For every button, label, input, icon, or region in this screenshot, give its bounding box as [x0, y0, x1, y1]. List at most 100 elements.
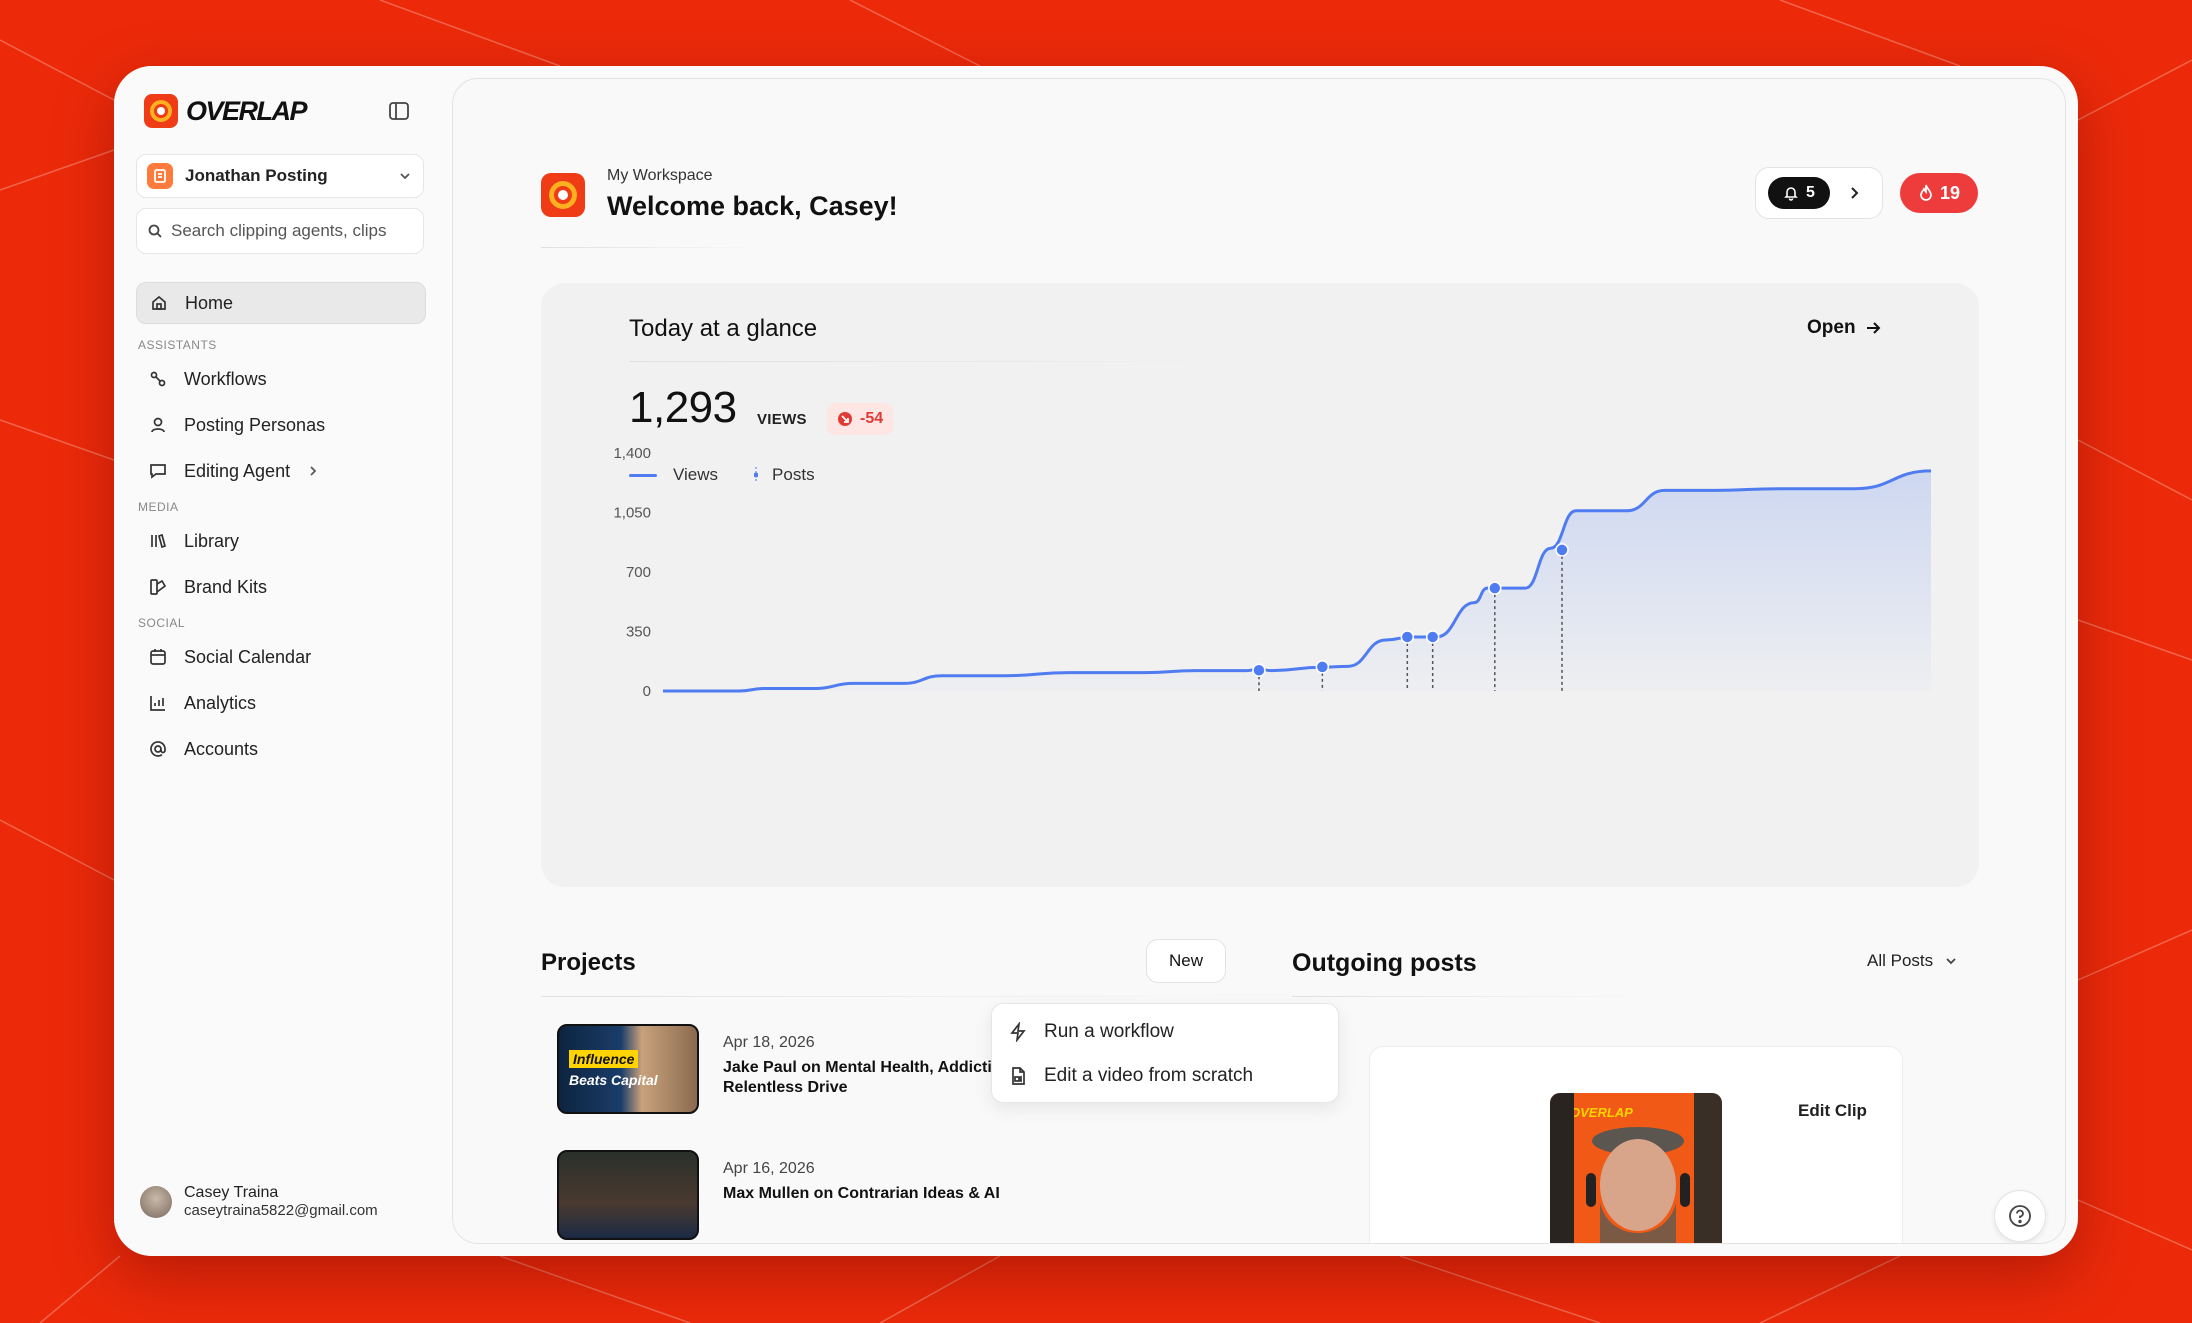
post-point[interactable] — [1315, 660, 1330, 674]
sidebar-item-label: Analytics — [184, 692, 257, 713]
sidebar-toggle-icon[interactable] — [386, 98, 412, 124]
logo-text: OVERLAP — [186, 95, 308, 126]
project-date: Apr 16, 2026 — [723, 1160, 815, 1177]
sidebar-item-analytics[interactable]: Analytics — [136, 680, 426, 726]
projects-title: Projects — [541, 949, 636, 976]
views-chart: 0 350 700 1,050 1,400 — [613, 445, 1932, 700]
search-field[interactable] — [136, 208, 424, 254]
search-icon — [148, 224, 162, 238]
menu-item-edit-from-scratch[interactable]: Edit a video from scratch — [992, 1054, 1338, 1098]
section-label-social: SOCIAL — [138, 616, 186, 630]
bell-icon — [1784, 187, 1798, 201]
new-project-menu: Run a workflow Edit a video from scratch — [991, 1003, 1339, 1103]
palette-icon — [150, 579, 167, 595]
user-name: Casey Traina — [184, 1184, 279, 1201]
post-point[interactable] — [1400, 630, 1415, 644]
project-item[interactable]: Influence Beats Capital Apr 18, 2026 Jak… — [557, 1024, 1063, 1114]
chevron-down-icon — [400, 173, 410, 180]
sidebar-item-posting-personas[interactable]: Posting Personas — [136, 402, 426, 448]
y-tick-label: 350 — [626, 624, 651, 641]
workflow-icon — [150, 371, 166, 387]
post-point[interactable] — [1252, 663, 1266, 678]
views-area — [663, 470, 1931, 691]
project-item[interactable]: Apr 16, 2026 Max Mullen on Contrarian Id… — [557, 1150, 1063, 1240]
sidebar-item-label: Social Calendar — [184, 646, 312, 667]
outgoing-post-card[interactable]: OVERLAP Edit Clip — [1369, 1046, 1903, 1243]
person-thumbnail-art — [1550, 1093, 1722, 1243]
sidebar-item-label: Posting Personas — [184, 414, 326, 435]
sidebar-item-social-calendar[interactable]: Social Calendar — [136, 634, 426, 680]
calendar-icon — [150, 649, 166, 665]
home-icon — [152, 295, 166, 310]
section-label-assistants: ASSISTANTS — [138, 338, 217, 352]
new-project-button[interactable]: New — [1146, 939, 1226, 983]
section-label-media: MEDIA — [138, 500, 179, 514]
posts-filter-dropdown[interactable]: All Posts — [1867, 951, 1959, 971]
logo[interactable]: OVERLAP — [144, 94, 308, 128]
y-tick-label: 700 — [626, 564, 651, 581]
analytics-icon — [150, 696, 165, 711]
user-profile[interactable]: Casey Traina caseytraina5822@gmail.com — [140, 1184, 378, 1219]
file-video-icon — [1012, 1067, 1025, 1085]
post-thumbnail: OVERLAP — [1550, 1093, 1722, 1243]
chevron-down-icon — [1946, 958, 1956, 965]
posts-filter-label: All Posts — [1867, 951, 1934, 970]
sidebar: OVERLAP Jonathan Posting Home ASSISTANTS — [114, 66, 452, 1256]
flame-icon — [1920, 184, 1932, 201]
divider — [541, 996, 1231, 997]
help-icon — [2009, 1205, 2031, 1227]
search-input[interactable] — [171, 221, 411, 241]
user-email: caseytraina5822@gmail.com — [184, 1202, 378, 1219]
notifications-count: 5 — [1806, 184, 1815, 201]
main-content: My Workspace Welcome back, Casey! 5 19 T… — [452, 78, 2066, 1244]
lightning-icon — [1010, 1022, 1026, 1042]
sidebar-item-label: Editing Agent — [184, 460, 291, 481]
workspace-avatar — [147, 163, 173, 189]
thumbnail-caption: Beats Capital — [569, 1072, 658, 1088]
notifications-group: 5 — [1755, 167, 1883, 219]
sidebar-item-home[interactable]: Home — [136, 282, 426, 324]
streak-count: 19 — [1939, 182, 1961, 203]
post-point[interactable] — [1425, 630, 1440, 644]
edit-clip-button[interactable]: Edit Clip — [1798, 1101, 1867, 1121]
sidebar-nav: Home ASSISTANTS Workflows Posting Person… — [136, 276, 426, 772]
page-title: Welcome back, Casey! — [607, 191, 898, 221]
outgoing-posts-title: Outgoing posts — [1292, 949, 1477, 977]
y-tick-label: 1,050 — [613, 505, 651, 522]
workspace-name: Jonathan Posting — [185, 166, 328, 185]
post-point[interactable] — [1488, 581, 1502, 595]
streak-badge[interactable]: 19 — [1900, 173, 1978, 213]
today-at-a-glance-card: Today at a glance Open 1,293 VIEWS -54 V… — [541, 283, 1979, 887]
sidebar-item-accounts[interactable]: Accounts — [136, 726, 426, 772]
help-button[interactable] — [1994, 1190, 2046, 1242]
app-window: OVERLAP Jonathan Posting Home ASSISTANTS — [114, 66, 2078, 1256]
logo-icon — [144, 94, 178, 128]
y-tick-label: 0 — [643, 683, 651, 700]
avatar — [140, 1185, 172, 1218]
project-thumbnail: Influence Beats Capital — [557, 1024, 699, 1114]
sidebar-item-editing-agent[interactable]: Editing Agent — [136, 448, 426, 494]
user-icon — [151, 417, 165, 433]
sidebar-item-workflows[interactable]: Workflows — [136, 356, 426, 402]
project-title: Max Mullen on Contrarian Ideas & AI — [723, 1185, 1000, 1202]
notifications-button[interactable]: 5 — [1768, 177, 1830, 209]
sidebar-item-brand-kits[interactable]: Brand Kits — [136, 564, 426, 610]
y-tick-label: 1,400 — [613, 445, 651, 462]
workspace-icon — [541, 173, 585, 217]
chevron-right-icon[interactable] — [1846, 185, 1862, 201]
menu-item-label: Edit a video from scratch — [1044, 1065, 1254, 1086]
thumbnail-caption: Influence — [569, 1050, 639, 1068]
at-sign-icon — [150, 741, 166, 757]
workspace-label: My Workspace — [607, 167, 713, 184]
divider — [1292, 996, 1652, 997]
sidebar-item-label: Brand Kits — [184, 576, 268, 597]
post-point[interactable] — [1555, 543, 1569, 557]
sidebar-item-label: Library — [184, 530, 240, 551]
workspace-selector[interactable]: Jonathan Posting — [136, 154, 424, 198]
sidebar-item-library[interactable]: Library — [136, 518, 426, 564]
sidebar-item-label: Home — [185, 292, 234, 313]
sidebar-item-label: Accounts — [184, 738, 259, 759]
menu-item-run-workflow[interactable]: Run a workflow — [992, 1010, 1338, 1054]
message-icon — [150, 464, 166, 479]
menu-item-label: Run a workflow — [1044, 1021, 1174, 1042]
